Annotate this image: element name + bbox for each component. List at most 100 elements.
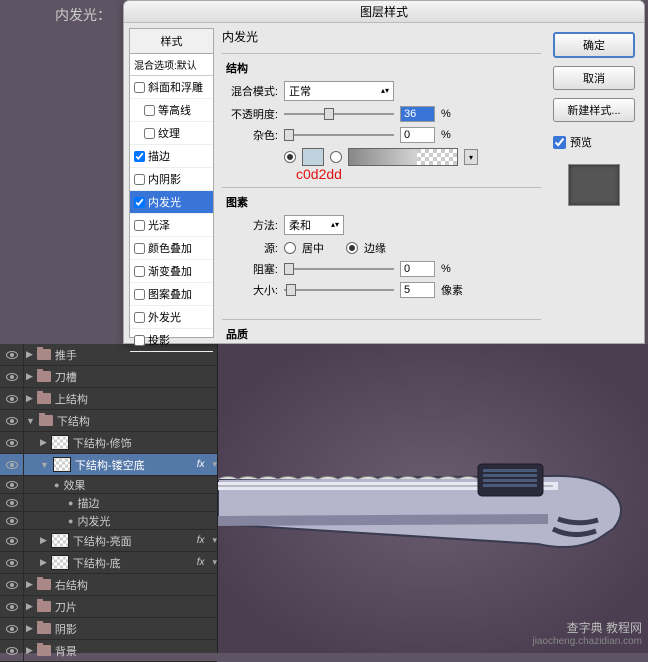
expand-icon[interactable]: ▶ — [40, 535, 47, 546]
layer-row-3[interactable]: ▼下结构 — [0, 410, 217, 432]
style-item-2[interactable]: 纹理 — [130, 122, 213, 145]
visibility-icon[interactable] — [6, 395, 18, 403]
layer-thumb — [53, 457, 71, 472]
gradient-radio[interactable] — [330, 151, 342, 163]
visibility-icon[interactable] — [6, 417, 18, 425]
choke-slider[interactable] — [284, 261, 394, 277]
expand-icon[interactable]: ▶ — [26, 349, 33, 360]
blend-mode-dropdown[interactable]: 正常▴▾ — [284, 81, 394, 101]
style-checkbox[interactable] — [134, 174, 145, 185]
blend-options-header[interactable]: 混合选项:默认 — [130, 54, 213, 76]
style-checkbox[interactable] — [134, 82, 145, 93]
style-item-0[interactable]: 斜面和浮雕 — [130, 76, 213, 99]
expand-icon[interactable]: ▶ — [26, 579, 33, 590]
visibility-icon[interactable] — [6, 461, 18, 469]
style-item-8[interactable]: 渐变叠加 — [130, 260, 213, 283]
visibility-icon[interactable] — [6, 439, 18, 447]
color-picker[interactable] — [302, 148, 324, 166]
expand-icon[interactable]: ▶ — [26, 623, 33, 634]
fx-expand-icon[interactable]: ▾ — [212, 459, 217, 470]
expand-icon[interactable]: ▶ — [26, 393, 33, 404]
layer-name: 刀片 — [55, 599, 77, 615]
size-slider[interactable] — [284, 282, 394, 298]
layer-style-dialog: 图层样式 样式 混合选项:默认 斜面和浮雕等高线纹理描边内阴影内发光光泽颜色叠加… — [123, 0, 645, 344]
style-item-7[interactable]: 颜色叠加 — [130, 237, 213, 260]
expand-icon[interactable]: ▶ — [26, 371, 33, 382]
ok-button[interactable]: 确定 — [553, 32, 635, 58]
visibility-icon[interactable] — [6, 647, 18, 655]
expand-icon[interactable]: ▶ — [40, 557, 47, 568]
layer-row-14[interactable]: ▶背景 — [0, 640, 217, 662]
style-item-11[interactable]: 投影 — [130, 329, 213, 352]
style-item-3[interactable]: 描边 — [130, 145, 213, 168]
style-checkbox[interactable] — [134, 266, 145, 277]
effect-icon: ● — [68, 498, 73, 508]
layer-row-10[interactable]: ▶下结构-底fx▾ — [0, 552, 217, 574]
layer-row-5[interactable]: ▼下结构-镂空底fx▾ — [0, 454, 217, 476]
fx-expand-icon[interactable]: ▾ — [212, 535, 217, 546]
layer-name: 下结构-底 — [73, 555, 121, 571]
visibility-icon[interactable] — [6, 481, 18, 489]
layer-row-7[interactable]: ● 描边 — [0, 494, 217, 512]
gradient-picker[interactable] — [348, 148, 458, 166]
style-item-5[interactable]: 内发光 — [130, 191, 213, 214]
style-checkbox[interactable] — [134, 289, 145, 300]
layer-row-4[interactable]: ▶下结构-修饰 — [0, 432, 217, 454]
style-checkbox[interactable] — [144, 128, 155, 139]
technique-dropdown[interactable]: 柔和▴▾ — [284, 215, 344, 235]
fx-expand-icon[interactable]: ▾ — [212, 557, 217, 568]
noise-input[interactable]: 0 — [400, 127, 435, 143]
style-item-4[interactable]: 内阴影 — [130, 168, 213, 191]
style-checkbox[interactable] — [134, 220, 145, 231]
noise-slider[interactable] — [284, 127, 394, 143]
layer-row-11[interactable]: ▶右结构 — [0, 574, 217, 596]
layer-row-9[interactable]: ▶下结构-亮面fx▾ — [0, 530, 217, 552]
expand-icon[interactable]: ▶ — [40, 437, 47, 448]
new-style-button[interactable]: 新建样式... — [553, 98, 635, 122]
visibility-icon[interactable] — [6, 603, 18, 611]
preview-checkbox[interactable] — [553, 136, 566, 149]
visibility-icon[interactable] — [6, 499, 18, 507]
expand-icon[interactable]: ▼ — [26, 416, 35, 426]
visibility-icon[interactable] — [6, 351, 18, 359]
layer-row-2[interactable]: ▶上结构 — [0, 388, 217, 410]
style-item-6[interactable]: 光泽 — [130, 214, 213, 237]
layer-row-6[interactable]: ●效果 — [0, 476, 217, 494]
layer-row-1[interactable]: ▶刀槽 — [0, 366, 217, 388]
visibility-icon[interactable] — [6, 581, 18, 589]
opacity-slider[interactable] — [284, 106, 394, 122]
cancel-button[interactable]: 取消 — [553, 66, 635, 90]
expand-icon[interactable]: ▶ — [26, 601, 33, 612]
fx-icon: fx — [197, 459, 205, 470]
size-input[interactable]: 5 — [400, 282, 435, 298]
layer-name: 描边 — [77, 495, 99, 511]
style-checkbox[interactable] — [134, 312, 145, 323]
technique-label: 方法: — [226, 217, 278, 233]
visibility-icon[interactable] — [6, 373, 18, 381]
layer-row-12[interactable]: ▶ 刀片 — [0, 596, 217, 618]
style-item-10[interactable]: 外发光 — [130, 306, 213, 329]
style-checkbox[interactable] — [134, 243, 145, 254]
source-center-radio[interactable] — [284, 242, 296, 254]
color-radio[interactable] — [284, 151, 296, 163]
visibility-icon[interactable] — [6, 559, 18, 567]
opacity-input[interactable]: 36 — [400, 106, 435, 122]
expand-icon[interactable]: ▶ — [26, 645, 33, 656]
style-checkbox[interactable] — [134, 197, 145, 208]
gradient-dropdown-icon[interactable]: ▾ — [464, 149, 478, 165]
style-item-1[interactable]: 等高线 — [130, 99, 213, 122]
layer-row-8[interactable]: ●内发光 — [0, 512, 217, 530]
style-item-9[interactable]: 图案叠加 — [130, 283, 213, 306]
style-checkbox[interactable] — [134, 151, 145, 162]
style-label: 等高线 — [158, 102, 191, 118]
panel-title: 内发光 — [222, 28, 541, 45]
source-edge-radio[interactable] — [346, 242, 358, 254]
visibility-icon[interactable] — [6, 537, 18, 545]
style-checkbox[interactable] — [134, 335, 145, 346]
style-checkbox[interactable] — [144, 105, 155, 116]
visibility-icon[interactable] — [6, 517, 18, 525]
expand-icon[interactable]: ▼ — [40, 460, 49, 470]
visibility-icon[interactable] — [6, 625, 18, 633]
choke-input[interactable]: 0 — [400, 261, 435, 277]
layer-row-13[interactable]: ▶阴影 — [0, 618, 217, 640]
